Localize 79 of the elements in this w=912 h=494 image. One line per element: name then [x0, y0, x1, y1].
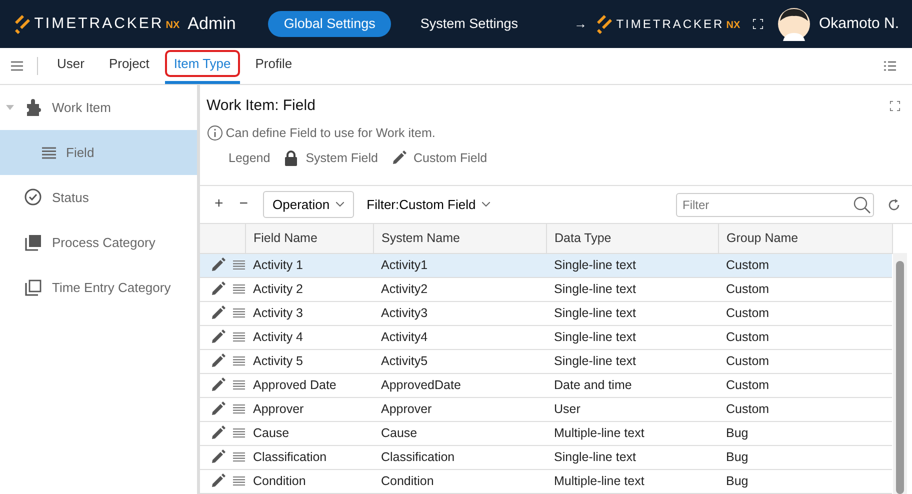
table-cell: Activity5	[373, 349, 546, 374]
table-cell: Activity 1	[245, 253, 373, 278]
table-cell: Approver	[373, 397, 546, 422]
table-cell: Activity3	[373, 301, 546, 326]
table-cell: Single-line text	[546, 349, 718, 374]
brand-logo: TIMETRACKER NX	[34, 14, 180, 34]
table-row[interactable]: Activity 4 Activity4 Single-line text Custom	[200, 325, 892, 350]
column-header[interactable]: System Name	[373, 224, 546, 254]
sidebar-item[interactable]: Work Item	[0, 85, 197, 130]
table-cell: Condition	[373, 469, 546, 494]
sidebar-item[interactable]: Time Entry Category	[0, 265, 197, 310]
table-cell: Condition	[245, 469, 373, 494]
table-cell: Activity 3	[245, 301, 373, 326]
column-header[interactable]: Field Name	[245, 224, 373, 254]
column-header[interactable]: Data Type	[546, 224, 718, 254]
table-cell: User	[546, 397, 718, 422]
table-row[interactable]: Approved Date ApprovedDate Date and time Custom	[200, 373, 892, 398]
table-cell: Multiple-line text	[546, 469, 718, 494]
table-cell: Single-line text	[546, 277, 718, 302]
table-row[interactable]: Cause Cause Multiple-line text Bug	[200, 421, 892, 446]
table-row[interactable]: Approver Approver User Custom	[200, 397, 892, 422]
table-cell: Single-line text	[546, 325, 718, 350]
table-cell: Custom	[718, 373, 892, 398]
panel-title: Work Item: Field	[206, 96, 316, 116]
table-cell: Activity1	[373, 253, 546, 278]
remove-button[interactable]: −	[231, 193, 256, 216]
table-cell: Single-line text	[546, 253, 718, 278]
table-cell: Classification	[373, 445, 546, 470]
info-text: Can define Field to use for Work item.	[226, 124, 436, 142]
tab[interactable]: User	[48, 47, 94, 84]
nav-tab[interactable]: System Settings	[404, 10, 534, 38]
table-cell: Date and time	[546, 373, 718, 398]
table-row[interactable]: Classification Classification Single-line text Bug	[200, 445, 892, 470]
filter-dropdown[interactable]: Filter:Custom Field	[360, 194, 496, 216]
table-cell: ApprovedDate	[373, 373, 546, 398]
search-field[interactable]: Filter	[676, 192, 874, 216]
table-cell: Custom	[718, 397, 892, 422]
table-row[interactable]: Activity 2 Activity2 Single-line text Custom	[200, 277, 892, 302]
table-cell: Activity 4	[245, 325, 373, 350]
nav-tab[interactable]: Global Settings	[268, 10, 392, 38]
table-cell: Activity 5	[245, 349, 373, 374]
table-cell: Cause	[373, 421, 546, 446]
legend-item: Custom Field	[413, 150, 488, 167]
tab[interactable]: Project	[100, 47, 158, 84]
table-row[interactable]: Condition Condition Multiple-line text Bug	[200, 469, 892, 494]
table-row[interactable]: Activity 1 Activity1 Single-line text Custom	[200, 253, 892, 278]
sidebar-item[interactable]: Process Category	[0, 220, 197, 265]
table-cell: Activity 2	[245, 277, 373, 302]
table-cell: Custom	[718, 349, 892, 374]
legend-item: System Field	[306, 150, 378, 167]
table-cell: Bug	[718, 469, 892, 494]
table-cell: Custom	[718, 325, 892, 350]
tab[interactable]: Profile	[246, 47, 302, 84]
table-cell: Approved Date	[245, 373, 373, 398]
table-cell: Multiple-line text	[546, 421, 718, 446]
table-cell: Classification	[245, 445, 373, 470]
sidebar-item[interactable]: Field	[0, 130, 197, 175]
arrow-link[interactable]: →	[574, 14, 587, 34]
table-cell: Cause	[245, 421, 373, 446]
table-cell: Bug	[718, 445, 892, 470]
table-cell: Single-line text	[546, 301, 718, 326]
operation-dropdown[interactable]: Operation	[262, 190, 354, 218]
table-row[interactable]: Activity 5 Activity5 Single-line text Custom	[200, 349, 892, 374]
table-cell: Activity4	[373, 325, 546, 350]
table-cell: Custom	[718, 301, 892, 326]
column-header[interactable]: Group Name	[718, 224, 892, 254]
table-cell: Bug	[718, 421, 892, 446]
user-name: Okamoto N.	[818, 14, 899, 34]
legend-label: Legend	[228, 150, 270, 167]
add-button[interactable]: +	[206, 193, 232, 216]
table-cell: Custom	[718, 277, 892, 302]
table-cell: Custom	[718, 253, 892, 278]
table-cell: Activity2	[373, 277, 546, 302]
app-title: Admin	[188, 13, 236, 36]
sidebar-item[interactable]: Status	[0, 175, 197, 220]
table-cell: Single-line text	[546, 445, 718, 470]
table-row[interactable]: Activity 3 Activity3 Single-line text Custom	[200, 301, 892, 326]
table-cell: Approver	[245, 397, 373, 422]
brand-logo: TIMETRACKER NX	[616, 16, 740, 33]
